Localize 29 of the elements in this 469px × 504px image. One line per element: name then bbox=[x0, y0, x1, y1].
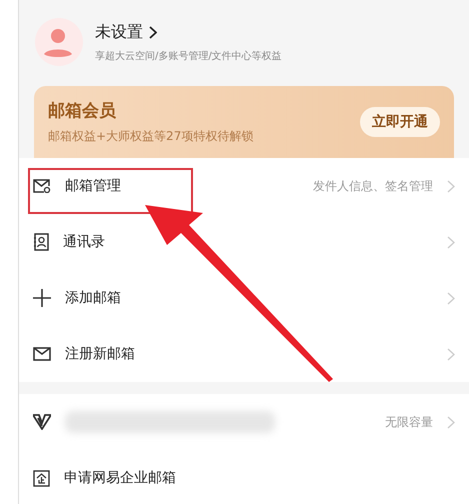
profile-name[interactable]: 未设置 bbox=[95, 22, 143, 42]
chevron-icon bbox=[447, 292, 455, 304]
contact-card-icon bbox=[33, 233, 49, 251]
menu-label: 邮箱管理 bbox=[65, 177, 121, 195]
chevron-icon bbox=[447, 180, 455, 192]
vip-title: 邮箱会员 bbox=[48, 100, 117, 122]
plus-icon bbox=[33, 289, 51, 307]
menu-row[interactable]: 注册新邮箱 bbox=[19, 326, 469, 382]
avatar-icon bbox=[35, 18, 83, 66]
profile-subtitle: 享超大云空间/多账号管理/文件中心等权益 bbox=[95, 50, 282, 62]
v-logo-icon bbox=[33, 414, 51, 430]
chevron-icon bbox=[447, 236, 455, 248]
menu-detail: 无限容量 bbox=[385, 414, 433, 430]
enterprise-icon bbox=[33, 470, 50, 486]
menu-row[interactable]: 申请网易企业邮箱 bbox=[19, 450, 469, 504]
menu-row[interactable]: 通讯录 bbox=[19, 214, 469, 270]
vip-subtitle: 邮箱权益+大师权益等27项特权待解锁 bbox=[48, 128, 254, 145]
activate-button[interactable]: 立即开通 bbox=[360, 107, 440, 137]
menu-label: 添加邮箱 bbox=[65, 289, 121, 307]
menu-label: 申请网易企业邮箱 bbox=[64, 469, 176, 487]
mail-gear-icon bbox=[33, 179, 51, 193]
chevron-icon bbox=[447, 416, 455, 428]
mail-icon bbox=[33, 347, 51, 361]
menu-label: 注册新邮箱 bbox=[65, 345, 135, 363]
menu-row[interactable]: 添加邮箱 bbox=[19, 270, 469, 326]
menu-label: 通讯录 bbox=[63, 233, 105, 251]
menu-detail: 发件人信息、签名管理 bbox=[313, 178, 433, 194]
chevron-icon bbox=[149, 26, 157, 38]
chevron-icon bbox=[447, 348, 455, 360]
